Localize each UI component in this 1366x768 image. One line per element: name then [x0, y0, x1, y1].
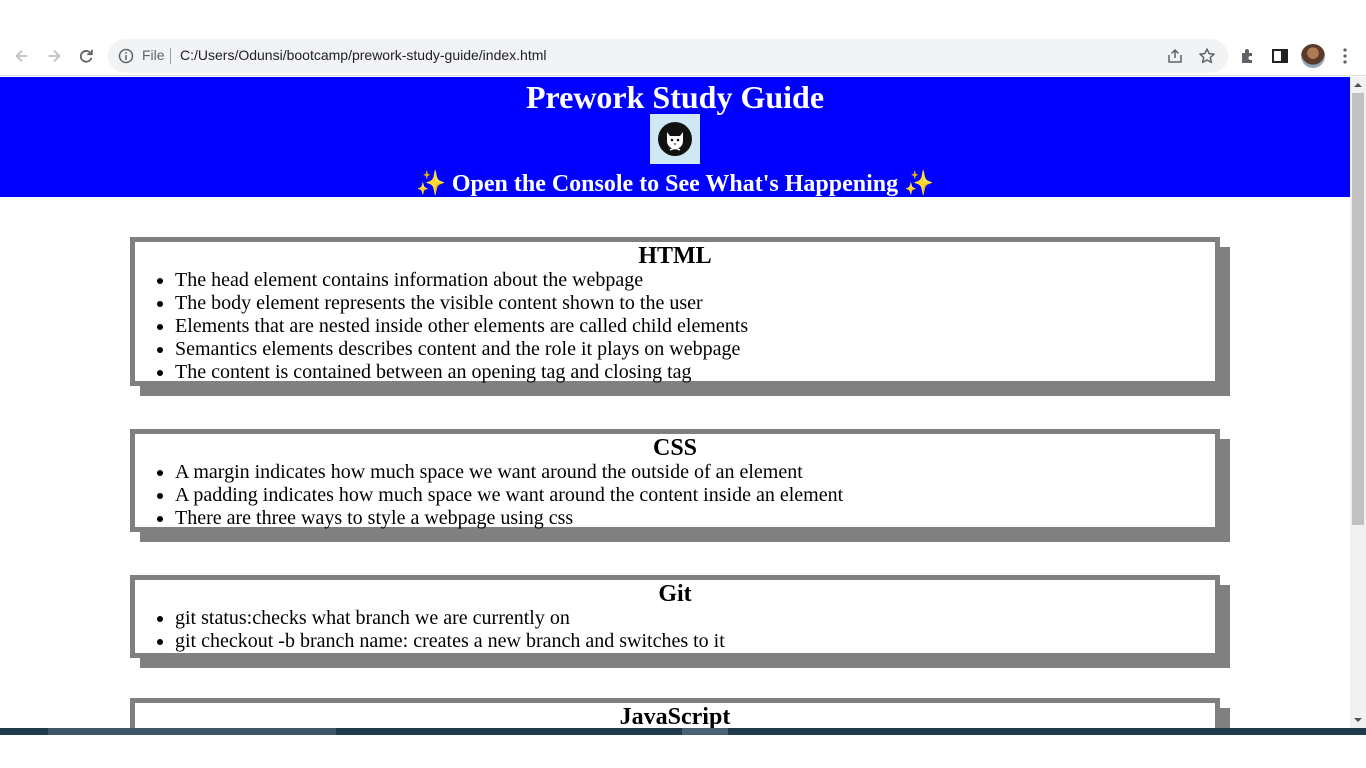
list-item: Semantics elements describes content and…: [175, 338, 1215, 361]
vertical-scrollbar[interactable]: [1350, 77, 1366, 728]
cat-logo-icon: [658, 122, 692, 156]
page-title: Prework Study Guide: [525, 79, 825, 115]
reload-icon: [79, 49, 93, 63]
list-item: git checkout -b branch name: creates a n…: [175, 630, 1215, 653]
page-viewport: Prework Study Guide ✨ Open the Console t…: [0, 77, 1350, 728]
list-item: The body element represents the visible …: [175, 292, 1215, 315]
section-git: Git git status:checks what branch we are…: [130, 575, 1220, 658]
list-item: Elements that are nested inside other el…: [175, 315, 1215, 338]
taskbar-item[interactable]: [682, 728, 728, 735]
subtitle-text: Open the Console to See What's Happening: [451, 171, 899, 197]
section-list: git status:checks what branch we are cur…: [135, 607, 1215, 653]
star-icon[interactable]: [1198, 47, 1216, 65]
back-button[interactable]: [8, 42, 36, 70]
sparkle-right-icon: ✨: [904, 171, 935, 197]
scroll-thumb[interactable]: [1352, 93, 1364, 525]
reload-button[interactable]: [72, 42, 100, 70]
section-heading: JavaScript: [619, 704, 731, 728]
kebab-menu-icon[interactable]: [1335, 46, 1355, 66]
taskbar-item[interactable]: [48, 728, 336, 735]
share-icon[interactable]: [1166, 47, 1184, 65]
sparkle-left-icon: ✨: [415, 171, 446, 197]
section-heading: HTML: [638, 243, 712, 269]
avatar[interactable]: [1301, 44, 1325, 68]
scroll-up-arrow-icon[interactable]: [1354, 81, 1362, 89]
section-heading: CSS: [652, 435, 698, 461]
scroll-down-arrow-icon[interactable]: [1354, 716, 1362, 724]
forward-button[interactable]: [40, 42, 68, 70]
section-list: A margin indicates how much space we wan…: [135, 461, 1215, 530]
section-html: HTML The head element contains informati…: [130, 237, 1220, 386]
page-subtitle: ✨ Open the Console to See What's Happeni…: [0, 169, 1350, 198]
extensions-icon[interactable]: [1238, 46, 1258, 66]
list-item: There are three ways to style a webpage …: [175, 507, 1215, 530]
tab-strip: [0, 0, 1366, 36]
list-item: The head element contains information ab…: [175, 269, 1215, 292]
browser-toolbar: File C:/Users/Odunsi/bootcamp/prework-st…: [0, 36, 1366, 76]
logo: [650, 114, 700, 164]
list-item: A padding indicates how much space we wa…: [175, 484, 1215, 507]
section-css: CSS A margin indicates how much space we…: [130, 429, 1220, 532]
back-arrow-icon: [15, 49, 28, 63]
info-icon[interactable]: [118, 48, 134, 64]
list-item: A margin indicates how much space we wan…: [175, 461, 1215, 484]
side-panel-icon[interactable]: [1270, 46, 1290, 66]
omnibox-divider: [170, 48, 171, 64]
site-header: Prework Study Guide ✨ Open the Console t…: [0, 77, 1350, 197]
list-item: The content is contained between an open…: [175, 361, 1215, 384]
forward-arrow-icon: [48, 49, 61, 63]
section-heading: Git: [658, 581, 692, 607]
screen-bottom: [0, 735, 1366, 768]
address-bar[interactable]: File C:/Users/Odunsi/bootcamp/prework-st…: [108, 39, 1228, 73]
url-text[interactable]: C:/Users/Odunsi/bootcamp/prework-study-g…: [180, 47, 547, 63]
scheme-chip[interactable]: File: [142, 47, 165, 63]
list-item: git status:checks what branch we are cur…: [175, 607, 1215, 630]
section-list: The head element contains information ab…: [135, 269, 1215, 384]
section-javascript: JavaScript: [130, 698, 1220, 728]
